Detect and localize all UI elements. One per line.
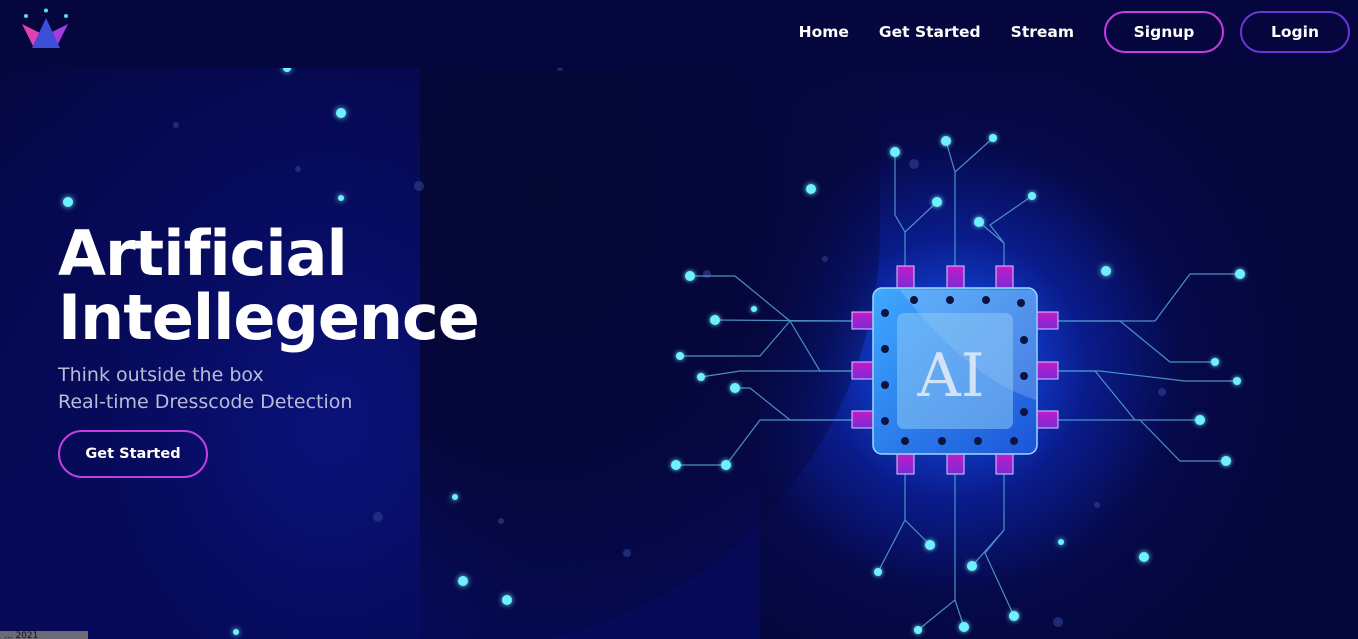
hero-title-line2: Intellegence [58, 281, 480, 354]
hero-title: Artificial Intellegence [58, 222, 480, 350]
hero-section: Artificial Intellegence Think outside th… [58, 222, 480, 478]
top-navbar: Home Get Started Stream Signup Login [0, 0, 1358, 68]
hero-subtitle: Think outside the box Real-time Dresscod… [58, 362, 479, 416]
nav-link-home[interactable]: Home [799, 23, 849, 41]
chip-label: AI [916, 341, 984, 411]
login-button[interactable]: Login [1240, 11, 1350, 53]
hero-title-line1: Artificial [58, 217, 348, 290]
get-started-button[interactable]: Get Started [58, 430, 208, 478]
signup-button[interactable]: Signup [1104, 11, 1224, 53]
nav-link-stream[interactable]: Stream [1011, 23, 1074, 41]
main-navigation: Home Get Started Stream Signup Login [799, 11, 1350, 53]
nav-link-get-started[interactable]: Get Started [879, 23, 981, 41]
crown-logo-icon[interactable] [20, 8, 70, 52]
hero-subtitle-line2: Real-time Dresscode Detection [58, 391, 353, 413]
hero-subtitle-line1: Think outside the box [58, 364, 264, 386]
ai-chip-illustration: AI [671, 134, 1245, 634]
